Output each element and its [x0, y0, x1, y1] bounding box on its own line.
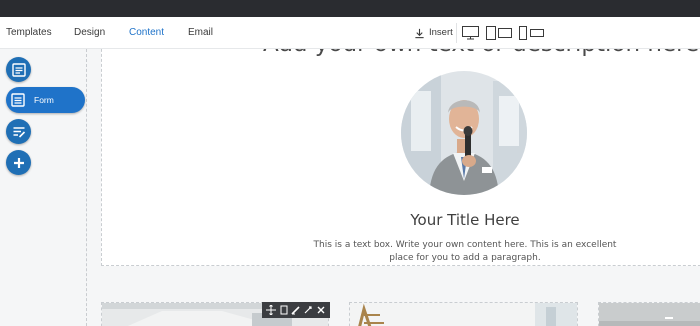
form-tool-label: Form [34, 95, 54, 105]
section-headline[interactable]: Add your own text or description here [263, 49, 699, 57]
gallery-image-workshop[interactable] [349, 302, 578, 326]
editor-canvas: Add your own text or description here Yo… [0, 49, 700, 326]
content-section[interactable] [101, 49, 700, 266]
desktop-view-button[interactable] [462, 25, 479, 41]
workshop-image [350, 303, 577, 326]
gallery-image-room[interactable] [598, 302, 700, 326]
link-icon[interactable] [303, 305, 313, 315]
top-system-bar [0, 0, 700, 17]
insert-button[interactable]: Insert [414, 17, 453, 49]
tablet-view-button[interactable] [486, 25, 512, 41]
text-edit-icon [13, 126, 25, 138]
add-block-button[interactable] [6, 150, 31, 175]
room-image [599, 303, 700, 326]
sidebar-divider [86, 49, 87, 326]
copy-icon[interactable] [279, 305, 289, 315]
form-icon [11, 93, 25, 107]
speaker-image [401, 71, 527, 195]
form-tool-button[interactable]: Form [6, 87, 85, 113]
menu-item-templates[interactable]: Templates [6, 17, 52, 49]
layout-tool-button[interactable] [6, 57, 31, 82]
edit-icon[interactable] [291, 305, 301, 315]
section-body-text[interactable]: This is a text box. Write your own conte… [300, 239, 630, 265]
desktop-icon [462, 26, 479, 40]
layout-icon [11, 62, 26, 77]
insert-label: Insert [429, 27, 453, 38]
plus-icon [13, 157, 24, 168]
download-icon [415, 28, 424, 38]
profile-photo[interactable] [401, 71, 527, 195]
close-icon[interactable] [316, 305, 326, 315]
mobile-view-button[interactable] [519, 25, 545, 41]
menu-item-content[interactable]: Content [129, 17, 164, 49]
text-edit-tool-button[interactable] [6, 119, 31, 144]
section-title[interactable]: Your Title Here [300, 211, 630, 229]
toolbar-divider [456, 23, 457, 43]
menu-item-design[interactable]: Design [74, 17, 105, 49]
mobile-icon [519, 26, 544, 40]
image-toolbar [262, 302, 330, 318]
menu-item-email[interactable]: Email [188, 17, 213, 49]
tablet-icon [486, 26, 512, 40]
move-icon[interactable] [266, 305, 277, 315]
editor-menubar: Templates Design Content Email Insert [0, 17, 700, 49]
